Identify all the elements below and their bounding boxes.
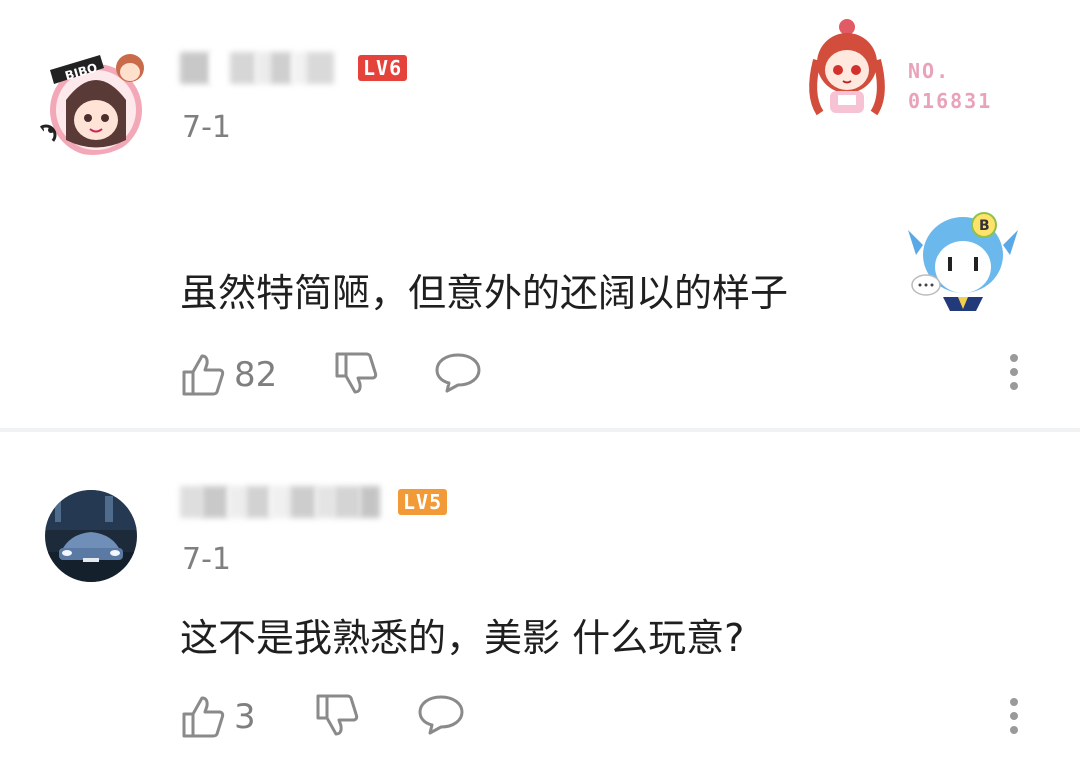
speech-bubble-icon [418, 695, 464, 735]
username-blurred[interactable] [180, 52, 340, 84]
dislike-button[interactable] [333, 350, 379, 400]
speech-bubble-icon [435, 353, 481, 393]
vertical-dots-icon [1010, 698, 1018, 706]
vertical-dots-icon [1010, 354, 1018, 362]
level-badge: LV6 [358, 55, 408, 81]
comment-date: 7-1 [182, 110, 231, 145]
comment-date: 7-1 [182, 542, 231, 577]
fan-badge-number: 016831 [908, 89, 993, 113]
thumbs-down-icon [335, 352, 378, 394]
fan-badge: NO. 016831 [800, 15, 1000, 125]
thumbs-up-icon [182, 696, 225, 738]
reply-button[interactable] [433, 351, 483, 399]
fan-badge-label: NO. [908, 59, 951, 83]
username-blurred[interactable] [180, 486, 380, 518]
comment-text: 虽然特简陋，但意外的还阔以的样子 [180, 271, 789, 315]
thumbs-up-icon [182, 354, 225, 396]
like-button[interactable]: 82 [180, 352, 277, 398]
more-options-button[interactable] [1010, 698, 1020, 740]
like-count: 3 [234, 697, 256, 737]
fan-badge-mascot-icon [809, 19, 885, 116]
reply-button[interactable] [416, 693, 466, 741]
bilibili-22-emoji-icon: B [908, 205, 1018, 315]
comment-item: BIBO LV6 7-1 NO. 016831 虽然特简陋，但意外的还阔以的样子… [0, 0, 1080, 428]
like-button[interactable]: 3 [180, 694, 256, 740]
comment-item: LV5 7-1 这不是我熟悉的，美影 什么玩意? 3 [0, 432, 1080, 773]
comment-text: 这不是我熟悉的，美影 什么玩意? [180, 616, 745, 660]
dislike-button[interactable] [314, 692, 360, 742]
thumbs-down-icon [316, 694, 358, 736]
more-options-button[interactable] [1010, 354, 1020, 396]
user-avatar[interactable]: BIBO [30, 30, 155, 155]
svg-text:B: B [979, 218, 990, 234]
level-badge: LV5 [398, 489, 448, 515]
user-avatar[interactable] [45, 490, 137, 582]
like-count: 82 [234, 355, 278, 395]
